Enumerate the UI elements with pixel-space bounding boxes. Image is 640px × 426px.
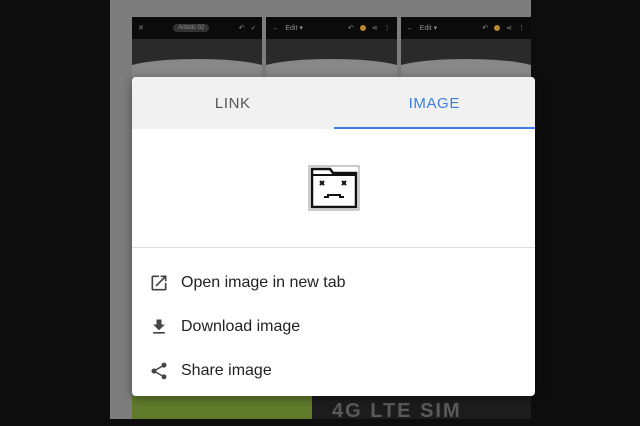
banner-text: 4G LTE SIM [312,396,531,422]
thumbnail-toolbar: ← Edit ▾ ↶ ⋖ ⋮ [400,17,531,39]
banner-image [132,396,312,419]
context-menu-dialog: LINK IMAGE Open image in new tab Downloa… [132,77,535,396]
thumbnail-toolbar: ← Edit ▾ ↶ ⋖ ⋮ [266,17,397,39]
share-icon: ⋖ [371,25,378,32]
share-icon [148,360,170,382]
context-menu-list: Open image in new tab Download image Sha… [132,248,535,393]
look-icon [359,25,366,31]
undo-icon: ↶ [482,25,489,32]
menu-item-label: Download image [181,318,301,335]
thumbnail-1: ✕ Artistic 02 ↶ ✓ [132,17,263,77]
thumbnail-photo [266,59,397,77]
close-icon: ✕ [138,25,144,32]
open-in-new-icon [148,272,170,294]
edit-menu-label: Edit ▾ [285,25,303,32]
broken-image-icon [308,165,359,211]
thumbnail-photo [400,59,531,77]
share-icon: ⋖ [506,25,512,32]
tab-image[interactable]: IMAGE [333,77,536,129]
thumbnail-toolbar: ✕ Artistic 02 ↶ ✓ [132,17,263,39]
undo-icon: ↶ [347,25,354,32]
download-icon [148,316,170,338]
share-image-item[interactable]: Share image [132,349,535,393]
thumbnail-photo [132,59,263,77]
look-icon [494,25,501,31]
background-banner: 4G LTE SIM [132,396,531,422]
back-icon: ← [272,24,280,32]
edit-menu-label: Edit ▾ [419,25,438,32]
thumbnail-3: ← Edit ▾ ↶ ⋖ ⋮ [400,17,531,77]
menu-item-label: Open image in new tab [181,274,346,291]
filter-chip: Artistic 02 [173,24,210,32]
image-preview [132,129,535,248]
thumbnail-2: ← Edit ▾ ↶ ⋖ ⋮ [266,17,397,77]
more-icon: ⋮ [517,25,525,32]
open-image-new-tab-item[interactable]: Open image in new tab [132,261,535,305]
tab-bar: LINK IMAGE [132,77,535,129]
check-icon: ✓ [250,25,257,32]
tab-link[interactable]: LINK [132,77,334,129]
undo-icon: ↶ [238,25,245,32]
more-icon: ⋮ [383,25,391,32]
thumbnail-row: ✕ Artistic 02 ↶ ✓ ← Edit ▾ ↶ ⋖ ⋮ ← Edit … [132,17,531,77]
back-icon: ← [406,24,414,32]
download-image-item[interactable]: Download image [132,305,535,349]
menu-item-label: Share image [181,362,272,379]
